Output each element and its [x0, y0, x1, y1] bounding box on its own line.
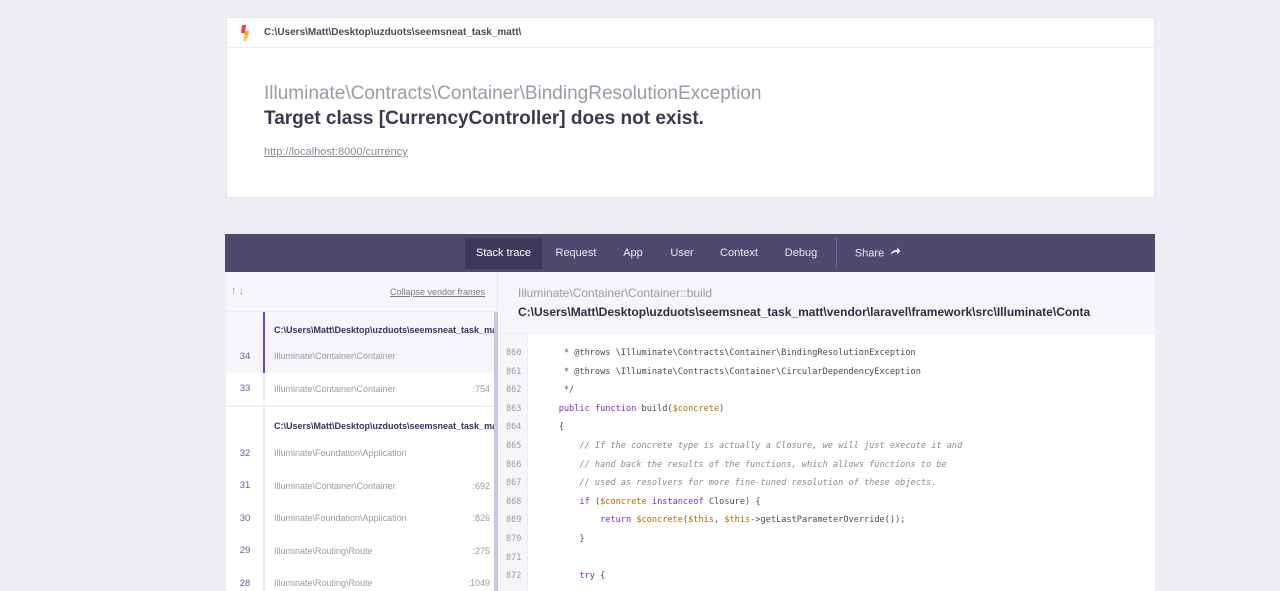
code-line: 871 [498, 549, 1155, 568]
tab-request[interactable]: Request [547, 238, 605, 269]
frame-class: Illuminate\Routing\Route [274, 545, 373, 556]
stack-frames-panel: ↑↓ Collapse vendor frames C:\Users\Matt\… [226, 272, 498, 591]
project-path: C:\Users\Matt\Desktop\uzduots\seemsneat_… [264, 27, 522, 38]
frame-class: Illuminate\Container\Container [274, 383, 396, 394]
code-line-number: 872 [506, 571, 522, 582]
exception-class: Illuminate\Contracts\Container\BindingRe… [264, 83, 762, 104]
stack-frame[interactable]: 33 Illuminate\Container\Container :754 [226, 372, 497, 405]
code-line-number: 861 [506, 366, 522, 377]
code-line: 862 */ [498, 381, 1155, 400]
code-line-text: try { [579, 571, 606, 582]
share-button[interactable]: Share [847, 238, 909, 269]
frame-file-path[interactable]: C:\Users\Matt\Desktop\uzduots\seemsneat_… [518, 305, 1090, 319]
code-snippet-panel: Illuminate\Container\Container::build C:… [498, 272, 1155, 591]
tab-context[interactable]: Context [711, 238, 767, 269]
code-line-number: 870 [506, 534, 522, 544]
tabs-bar: Stack trace Request App User Context Deb… [225, 234, 1155, 272]
frame-number: 28 [239, 577, 251, 589]
code-line-number: 865 [506, 441, 522, 451]
code-line: 864 { [498, 418, 1155, 437]
code-line-number: 871 [506, 552, 522, 563]
frame-line: :754 [472, 383, 490, 394]
tabs-divider [836, 237, 837, 269]
frame-number: 34 [239, 350, 251, 362]
stack-frame[interactable]: 32 Illuminate\Foundation\Application [226, 437, 497, 470]
code-panel-header: Illuminate\Container\Container::build C:… [498, 272, 1155, 334]
code-line-number: 863 [506, 403, 522, 414]
stack-frame[interactable]: 30 Illuminate\Foundation\Application :82… [226, 502, 497, 535]
frame-class: Illuminate\Foundation\Application [274, 513, 407, 524]
frame-group: C:\Users\Matt\Desktop\uzduots\seemsneat_… [226, 407, 497, 591]
code-line-number: 866 [506, 459, 522, 470]
frame-number: 30 [239, 512, 251, 524]
request-url-link[interactable]: http://localhost:8000/currency [264, 146, 408, 158]
frame-gutter [263, 372, 265, 405]
tab-debug[interactable]: Debug [775, 238, 827, 269]
tab-user[interactable]: User [661, 238, 703, 269]
frame-method: Illuminate\Container\Container::build [518, 286, 713, 300]
code-line: 872 try { [498, 567, 1155, 586]
tab-stack-trace[interactable]: Stack trace [465, 238, 542, 269]
tab-app[interactable]: App [613, 238, 653, 269]
stack-panel-header: ↑↓ Collapse vendor frames [226, 272, 497, 312]
code-line: 869 return $concrete($this, $this->getLa… [498, 511, 1155, 530]
code-line: 865 // If the concrete type is actually … [498, 437, 1155, 456]
code-line-text: return $concrete($this, $this->getLastPa… [600, 515, 906, 526]
code-line-number: 864 [506, 422, 522, 433]
frame-class: Illuminate\Routing\Route [274, 578, 373, 589]
code-line-number: 862 [506, 385, 522, 396]
ignition-logo-icon [240, 24, 252, 41]
code-line-text: public function build($concrete) [558, 403, 725, 414]
frame-number: 31 [239, 480, 251, 492]
code-line-text: } [538, 534, 585, 544]
code-line-number: 869 [506, 515, 522, 526]
code-line-text: */ [538, 385, 575, 396]
frame-line: :1049 [467, 578, 490, 589]
stack-frame[interactable]: 31 Illuminate\Container\Container :692 [226, 470, 497, 503]
code-line: 860 * @throws \Illuminate\Contracts\Cont… [498, 344, 1155, 363]
code-line-number: 860 [506, 348, 522, 358]
frame-line: :275 [472, 545, 490, 556]
frame-class: Illuminate\Container\Container [274, 480, 396, 491]
code-line-text: * @throws \Illuminate\Contracts\Containe… [538, 366, 921, 377]
code-line: 863 public function build($concrete) [498, 400, 1155, 419]
path-bar: C:\Users\Matt\Desktop\uzduots\seemsneat_… [227, 18, 1154, 48]
share-label: Share [854, 247, 885, 260]
frame-class: Illuminate\Foundation\Application [274, 448, 407, 459]
code-line: 861 * @throws \Illuminate\Contracts\Cont… [498, 363, 1155, 382]
code-line-text: if ($concrete instanceof Closure) { [579, 496, 761, 507]
exception-message: Target class [CurrencyController] does n… [264, 108, 704, 129]
collapse-vendor-frames-link[interactable]: Collapse vendor frames [390, 287, 485, 297]
sort-arrows-icon[interactable]: ↑↓ [231, 285, 246, 297]
code-line: 866 // hand back the results of the func… [498, 456, 1155, 475]
frame-group-path: C:\Users\Matt\Desktop\uzduots\seemsneat_… [274, 421, 497, 431]
share-arrow-icon [890, 238, 901, 269]
frame-number: 33 [239, 383, 251, 395]
frame-line: :826 [472, 513, 490, 524]
stack-frame[interactable]: 28 Illuminate\Routing\Route :1049 [226, 567, 497, 591]
frame-number: 29 [239, 545, 251, 557]
frame-group: C:\Users\Matt\Desktop\uzduots\seemsneat_… [226, 312, 497, 407]
code-line-number: 867 [506, 478, 522, 489]
exception-header-card: C:\Users\Matt\Desktop\uzduots\seemsneat_… [226, 17, 1155, 198]
code-line: 868 if ($concrete instanceof Closure) { [498, 493, 1155, 512]
code-line-number: 868 [506, 496, 522, 507]
code-line: 870 } [498, 530, 1155, 549]
code-line-text: // If the concrete type is actually a Cl… [538, 441, 963, 451]
frame-number: 32 [239, 447, 251, 459]
code-line-text: * @throws \Illuminate\Contracts\Containe… [538, 348, 916, 358]
frame-line: :692 [472, 480, 490, 491]
code-line: 867 // used as resolvers for more fine-t… [498, 474, 1155, 493]
stack-frame[interactable]: 34 Illuminate\Container\Container [226, 340, 497, 373]
stack-frame[interactable]: 29 Illuminate\Routing\Route :275 [226, 535, 497, 568]
code-line-text: // used as resolvers for more fine-tuned… [538, 478, 937, 489]
code-line-text: { [538, 422, 564, 433]
frame-class: Illuminate\Container\Container [274, 351, 396, 362]
code-line-text: // hand back the results of the function… [538, 459, 947, 470]
frame-group-path: C:\Users\Matt\Desktop\uzduots\seemsneat_… [274, 325, 497, 335]
